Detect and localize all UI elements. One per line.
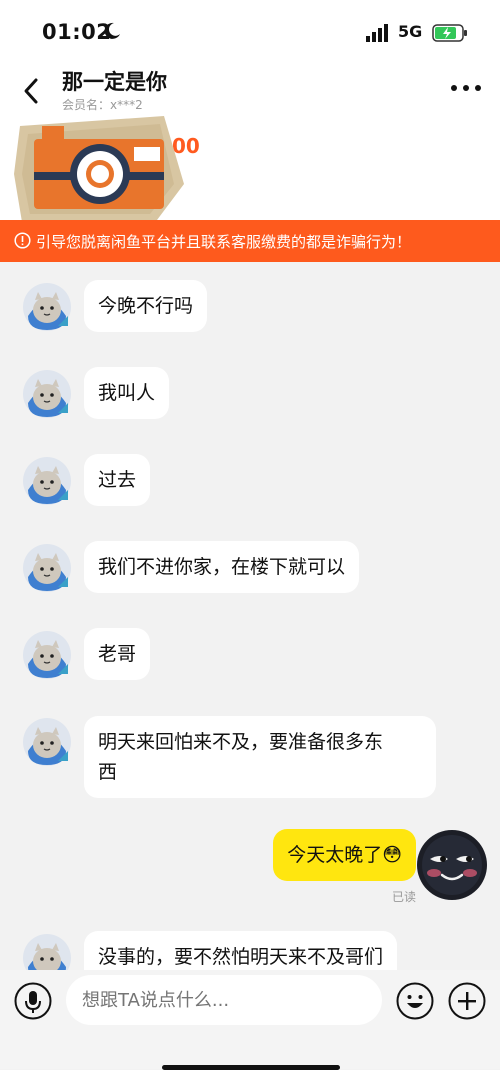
chat-header: 那一定是你 会员名：x***2 00 xyxy=(0,62,500,224)
contact-avatar[interactable] xyxy=(22,717,72,767)
message-row: 老哥 xyxy=(0,628,500,680)
status-time: 01:02 xyxy=(42,20,112,44)
my-message-bubble: 今天太晚了😳 xyxy=(273,829,416,881)
contact-avatar[interactable] xyxy=(22,933,72,970)
message-bubble: 老哥 xyxy=(84,628,151,680)
fraud-warning-banner: 引导您脱离闲鱼平台并且联系客服缴费的都是诈骗行为！ xyxy=(0,220,500,262)
contact-avatar[interactable] xyxy=(22,456,72,506)
message-bubble: 今晚不行吗 xyxy=(84,280,208,332)
message-bubble: 过去 xyxy=(84,454,151,506)
more-options-icon[interactable] xyxy=(448,80,484,96)
member-name: 会员名：x***2 xyxy=(62,98,143,112)
status-bar: 01:02 5G xyxy=(0,0,500,62)
message-row: 明天来回怕来不及，要准备很多东 西 xyxy=(0,716,500,798)
message-row: 过去 xyxy=(0,454,500,506)
network-type: 5G xyxy=(398,22,423,41)
chat-title: 那一定是你 xyxy=(62,70,167,94)
message-bubble: 明天来回怕来不及，要准备很多东 西 xyxy=(84,716,436,798)
message-bubble: 没事的，要不然怕明天来不及哥们 xyxy=(84,931,398,970)
message-row: 今晚不行吗 xyxy=(0,280,500,332)
my-avatar[interactable] xyxy=(416,829,488,901)
home-indicator xyxy=(162,1065,340,1070)
contact-avatar[interactable] xyxy=(22,543,72,593)
contact-avatar[interactable] xyxy=(22,369,72,419)
message-input[interactable] xyxy=(66,975,382,1025)
message-line: 明天来回怕来不及，要准备很多东 xyxy=(98,731,384,753)
message-row: 没事的，要不然怕明天来不及哥们 xyxy=(0,931,500,970)
message-bubble: 我叫人 xyxy=(84,367,170,419)
signal-icon xyxy=(366,24,388,42)
message-row: 我们不进你家，在楼下就可以 xyxy=(0,541,500,593)
message-row: 我叫人 xyxy=(0,367,500,419)
battery-icon xyxy=(432,24,467,42)
warning-icon xyxy=(14,232,31,249)
product-thumbnail[interactable] xyxy=(14,114,186,226)
moon-icon xyxy=(104,22,120,39)
warning-text: 引导您脱离闲鱼平台并且联系客服缴费的都是诈骗行为！ xyxy=(36,233,412,251)
read-receipt: 已读 xyxy=(391,890,416,904)
emoji-icon[interactable] xyxy=(396,982,434,1020)
contact-avatar[interactable] xyxy=(22,282,72,332)
contact-avatar[interactable] xyxy=(22,630,72,680)
input-bar xyxy=(0,970,500,1070)
message-line: 西 xyxy=(98,761,118,783)
message-bubble: 我们不进你家，在楼下就可以 xyxy=(84,541,360,593)
voice-input-icon[interactable] xyxy=(14,982,52,1020)
more-actions-icon[interactable] xyxy=(448,982,486,1020)
back-arrow-icon[interactable] xyxy=(18,74,46,108)
